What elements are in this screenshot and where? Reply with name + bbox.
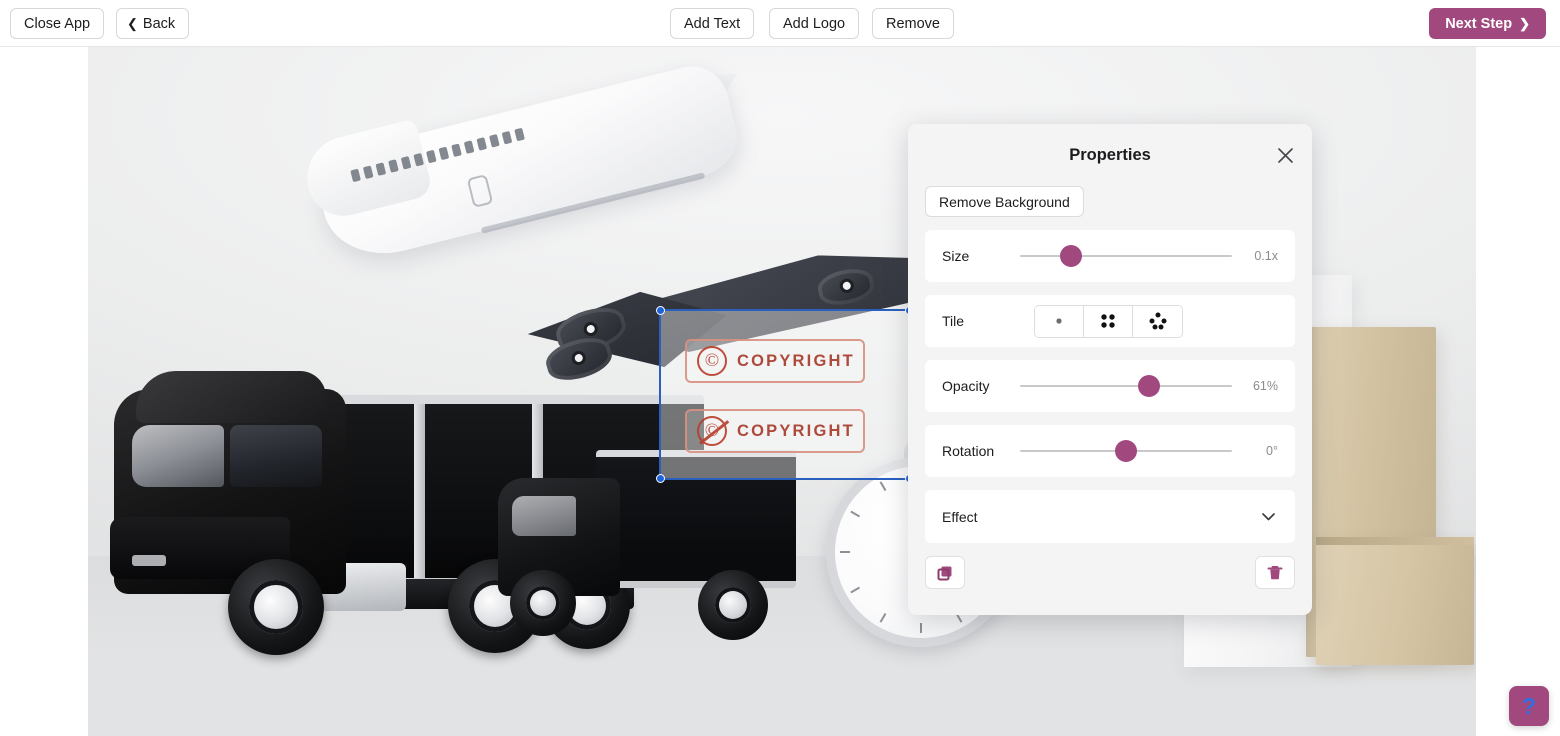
properties-panel-footer (908, 556, 1312, 589)
next-step-button[interactable]: Next Step ❯ (1429, 8, 1546, 39)
help-button[interactable]: ? (1509, 686, 1549, 726)
size-label: Size (942, 248, 970, 264)
watermark-stamp-1[interactable]: © COPYRIGHT (685, 339, 865, 383)
add-text-button[interactable]: Add Text (670, 8, 755, 39)
trash-icon[interactable] (1255, 556, 1295, 589)
remove-background-label: Remove Background (939, 193, 1070, 210)
watermark-selection-box[interactable]: © COPYRIGHT © COPYRIGHT (656, 306, 914, 483)
rotation-slider[interactable] (1020, 440, 1232, 462)
add-logo-button[interactable]: Add Logo (769, 8, 860, 39)
properties-panel-body: Remove Background Size 0.1x Tile Opacity… (908, 186, 1312, 543)
panel-title: Properties (1069, 145, 1151, 164)
tile-five-dots-icon[interactable] (1133, 305, 1182, 337)
van-wheel-rear (698, 570, 768, 640)
resize-handle-top-left[interactable] (656, 306, 665, 315)
truck-wheel-front (228, 559, 324, 655)
remove-button[interactable]: Remove (872, 8, 954, 39)
close-icon[interactable] (1272, 142, 1298, 168)
size-slider-thumb[interactable] (1059, 245, 1082, 267)
duplicate-layers-icon[interactable] (925, 556, 965, 589)
copyright-circle-icon: © (697, 346, 727, 376)
add-text-label: Add Text (684, 15, 741, 32)
back-button[interactable]: ❮ Back (116, 8, 190, 39)
opacity-label: Opacity (942, 378, 990, 394)
copyright-crossed-icon: © (697, 416, 727, 446)
tile-label: Tile (942, 313, 965, 329)
truck-headlight (132, 555, 166, 566)
van-wheel-front (510, 570, 576, 636)
top-toolbar: Close App ❮ Back Add Text Add Logo Remov… (0, 0, 1560, 47)
rotation-value: 0° (1266, 444, 1278, 458)
opacity-slider-thumb[interactable] (1138, 375, 1161, 397)
cardboard-box-small (1316, 537, 1474, 665)
remove-label: Remove (886, 15, 940, 32)
properties-panel: Properties Remove Background Size 0.1x T… (908, 124, 1312, 615)
watermark-stamp-2[interactable]: © COPYRIGHT (685, 409, 865, 453)
add-logo-label: Add Logo (783, 15, 846, 32)
truck-cab-roof (136, 371, 326, 423)
size-value: 0.1x (1254, 249, 1278, 263)
rotation-slider-thumb[interactable] (1115, 440, 1137, 462)
chevron-left-icon: ❮ (127, 16, 138, 31)
remove-background-button[interactable]: Remove Background (925, 186, 1084, 217)
van-window (512, 496, 576, 536)
tile-option-group (1034, 304, 1183, 338)
chevron-right-icon: ❯ (1519, 16, 1530, 31)
tile-single-dot-icon[interactable] (1035, 305, 1084, 337)
opacity-slider[interactable] (1020, 375, 1232, 397)
rotation-label: Rotation (942, 443, 995, 459)
size-slider[interactable] (1020, 245, 1232, 267)
properties-panel-header: Properties (908, 124, 1312, 186)
effect-label: Effect (942, 508, 978, 525)
canvas-left-gutter (0, 47, 88, 736)
close-app-label: Close App (24, 15, 91, 32)
size-row: Size 0.1x (925, 230, 1295, 282)
opacity-value: 61% (1252, 379, 1278, 393)
chevron-down-icon[interactable] (1259, 507, 1278, 526)
opacity-row: Opacity 61% (925, 360, 1295, 412)
watermark-stamp-2-label: COPYRIGHT (737, 421, 855, 440)
effect-row[interactable]: Effect (925, 490, 1295, 543)
tile-row: Tile (925, 295, 1295, 347)
rotation-row: Rotation 0° (925, 425, 1295, 477)
resize-handle-bottom-left[interactable] (656, 474, 665, 483)
close-app-button[interactable]: Close App (10, 8, 105, 39)
watermark-stamp-1-label: COPYRIGHT (737, 351, 855, 370)
back-label: Back (142, 15, 176, 32)
truck-windshield (132, 425, 224, 487)
canvas-right-gutter (1476, 47, 1560, 736)
question-mark-icon: ? (1521, 692, 1537, 719)
tile-four-dots-icon[interactable] (1084, 305, 1133, 337)
next-step-label: Next Step (1445, 15, 1513, 32)
truck-side-window (230, 425, 322, 487)
